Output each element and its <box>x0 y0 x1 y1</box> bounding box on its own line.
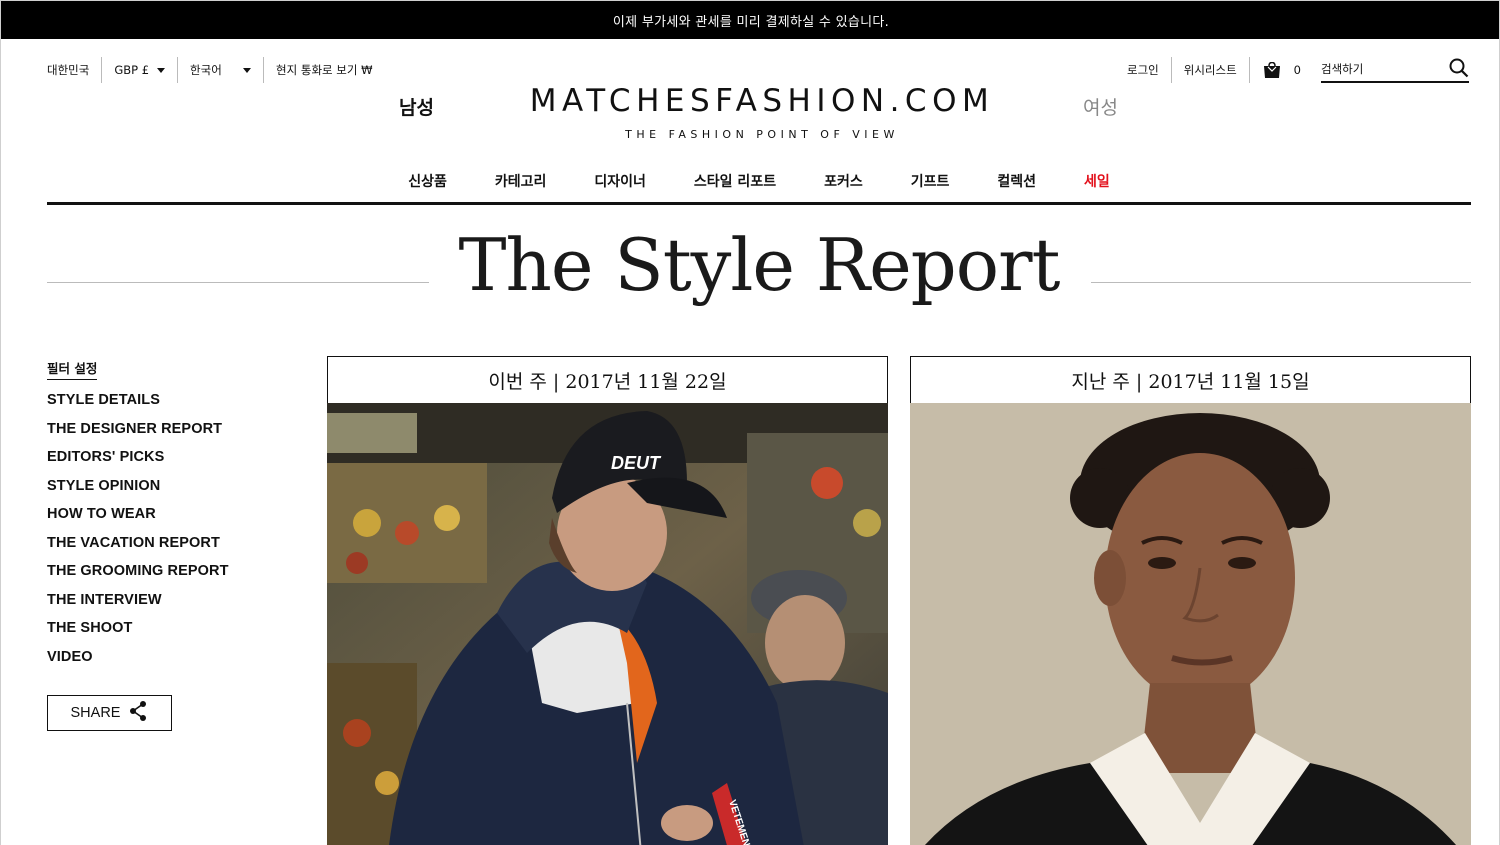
filter-item[interactable]: THE GROOMING REPORT <box>47 561 229 590</box>
locale-bar: 대한민국 GBP £ 한국어 현지 통화로 보기 ₩ <box>47 57 384 83</box>
shopping-bag-icon <box>1262 61 1282 79</box>
card-heading-text: 이번 주 | 2017년 11월 22일 <box>488 370 727 393</box>
language-selector[interactable]: 한국어 <box>178 57 265 83</box>
wishlist-link[interactable]: 위시리스트 <box>1172 57 1250 83</box>
country-label: 대한민국 <box>47 63 90 77</box>
promo-text: 이제 부가세와 관세를 미리 결제하실 수 있습니다. <box>612 14 890 30</box>
share-button[interactable]: SHARE <box>47 695 172 731</box>
bag-count: 0 <box>1293 63 1301 77</box>
filter-list: STYLE DETAILS THE DESIGNER REPORT EDITOR… <box>47 390 229 675</box>
main-nav: 신상품 카테고리 디자이너 스타일 리포트 포커스 기프트 컬렉션 세일 <box>47 167 1471 205</box>
nav-item-new-arrivals[interactable]: 신상품 <box>384 167 471 195</box>
hero-divider-left <box>47 282 429 283</box>
hero-divider-right <box>1091 282 1471 283</box>
nav-item-focus[interactable]: 포커스 <box>800 167 887 195</box>
editorial-photo[interactable]: DEUT VETEMENTS <box>327 403 888 845</box>
share-icon <box>128 700 148 726</box>
nav-item-sale[interactable]: 세일 <box>1060 167 1134 195</box>
filter-item[interactable]: THE VACATION REPORT <box>47 533 229 562</box>
chevron-down-icon <box>243 67 252 73</box>
chevron-down-icon <box>157 67 166 73</box>
editorial-photo[interactable] <box>910 403 1471 845</box>
language-label: 한국어 <box>190 63 222 77</box>
search-box <box>1321 57 1469 83</box>
filter-item[interactable]: STYLE OPINION <box>47 476 229 505</box>
style-report-card-this-week[interactable]: 이번 주 | 2017년 11월 22일 DEUT VETEMENTS <box>327 356 888 845</box>
promo-banner[interactable]: 이제 부가세와 관세를 미리 결제하실 수 있습니다. <box>1 1 1499 39</box>
filter-item[interactable]: THE DESIGNER REPORT <box>47 419 229 448</box>
card-heading: 이번 주 | 2017년 11월 22일 <box>327 356 888 404</box>
style-report-card-last-week[interactable]: 지난 주 | 2017년 11월 15일 <box>910 356 1471 845</box>
search-icon[interactable] <box>1449 58 1469 81</box>
women-tab[interactable]: 여성 <box>1083 93 1118 120</box>
nav-item-collections[interactable]: 컬렉션 <box>973 167 1060 195</box>
men-tab[interactable]: 남성 <box>399 93 434 120</box>
login-link[interactable]: 로그인 <box>1115 57 1172 83</box>
nav-item-designers[interactable]: 디자이너 <box>570 167 670 195</box>
site-logo[interactable]: MATCHESFASHION.COM <box>471 83 1053 119</box>
wishlist-label: 위시리스트 <box>1183 63 1237 77</box>
site-tagline: THE FASHION POINT OF VIEW <box>625 128 899 141</box>
shopping-bag-button[interactable]: 0 <box>1250 57 1313 83</box>
filter-item[interactable]: STYLE DETAILS <box>47 390 229 419</box>
currency-selector[interactable]: GBP £ <box>102 57 179 83</box>
local-currency-link[interactable]: 현지 통화로 보기 ₩ <box>264 57 384 83</box>
nav-item-gifts[interactable]: 기프트 <box>887 167 974 195</box>
filter-item[interactable]: THE INTERVIEW <box>47 590 229 619</box>
card-heading-text: 지난 주 | 2017년 11월 15일 <box>1071 370 1310 393</box>
card-heading: 지난 주 | 2017년 11월 15일 <box>910 356 1471 404</box>
share-label: SHARE <box>70 705 121 721</box>
country-selector[interactable]: 대한민국 <box>47 57 103 83</box>
login-label: 로그인 <box>1127 63 1159 77</box>
nav-item-categories[interactable]: 카테고리 <box>471 167 571 195</box>
search-input[interactable] <box>1321 62 1431 76</box>
filter-item[interactable]: EDITORS' PICKS <box>47 447 229 476</box>
nav-item-style-report[interactable]: 스타일 리포트 <box>670 167 800 195</box>
cap-logo-text: DEUT <box>611 453 662 473</box>
account-bar: 로그인 위시리스트 0 <box>1115 57 1469 83</box>
filter-item[interactable]: THE SHOOT <box>47 618 229 647</box>
currency-label: GBP £ <box>114 63 150 77</box>
filter-item[interactable]: VIDEO <box>47 647 229 676</box>
local-currency-label: 현지 통화로 보기 ₩ <box>276 63 373 77</box>
page-title: The Style Report <box>458 223 1061 307</box>
filter-item[interactable]: HOW TO WEAR <box>47 504 229 533</box>
page: 이제 부가세와 관세를 미리 결제하실 수 있습니다. 대한민국 GBP £ 한… <box>0 0 1500 845</box>
filter-title: 필터 설정 <box>47 358 98 380</box>
